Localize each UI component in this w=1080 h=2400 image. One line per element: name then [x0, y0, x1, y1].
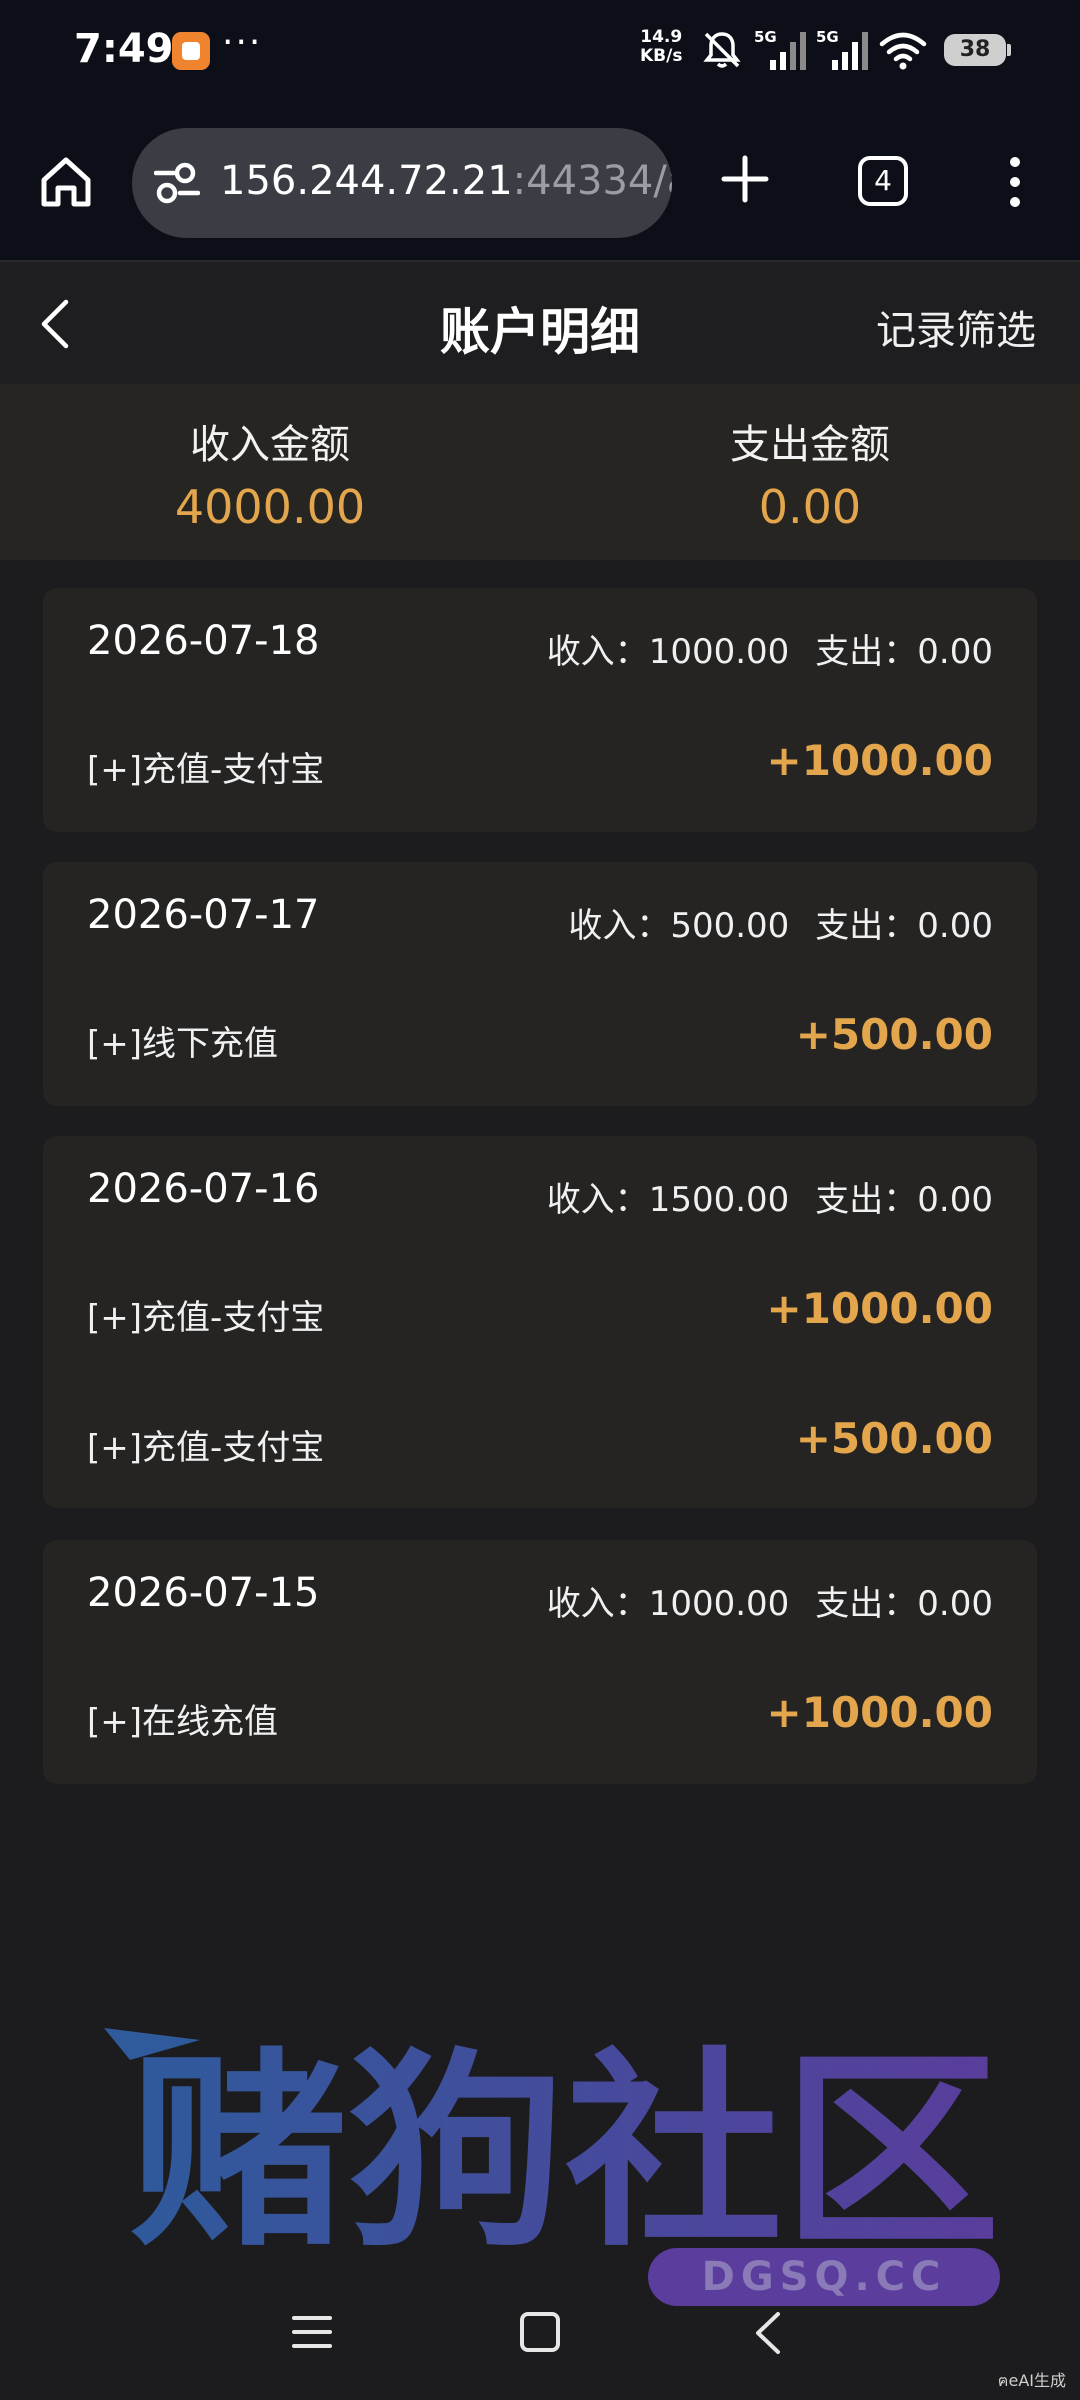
more-vert-icon[interactable]	[1000, 156, 1030, 208]
network-speed-unit: KB/s	[640, 46, 683, 66]
day-totals: 收入：500.00 支出：0.00	[568, 898, 993, 947]
home-icon[interactable]	[38, 154, 94, 210]
entry-amount: +500.00	[795, 1010, 993, 1059]
day-totals: 收入：1000.00 支出：0.00	[547, 624, 993, 673]
day-income-label: 收入：	[568, 906, 671, 946]
day-expense-label: 支出：	[815, 906, 918, 946]
day-income-label: 收入：	[546, 1180, 649, 1220]
day-card: 2026-07-15 收入：1000.00 支出：0.00 [+]在线充值 +10…	[43, 1540, 1037, 1784]
day-card: 2026-07-18 收入：1000.00 支出：0.00 [+]充值-支付宝 +…	[43, 588, 1037, 832]
entry-label: [+]充值-支付宝	[87, 750, 325, 790]
entry-amount: +1000.00	[766, 1284, 994, 1333]
entry-amount: +1000.00	[766, 736, 994, 785]
day-expense: 0.00	[917, 632, 993, 672]
page-header: 账户明细 记录筛选	[0, 260, 1080, 384]
day-date: 2026-07-16	[87, 1166, 320, 1212]
url-path: :44334/a	[512, 158, 672, 204]
status-icons: 5G 5G	[700, 28, 928, 72]
browser-toolbar: 156.244.72.21:44334/a 4	[0, 110, 1080, 260]
expense-total-value: 0.00	[758, 480, 862, 534]
summary-panel: 收入金额 4000.00 支出金额 0.00	[0, 384, 1080, 560]
income-summary: 收入金额 4000.00	[0, 420, 540, 538]
day-totals: 收入：1500.00 支出：0.00	[547, 1172, 993, 1221]
watermark-title: 赌狗社区	[130, 2030, 1000, 2275]
recent-apps-icon[interactable]	[290, 2312, 334, 2352]
status-time: 7:49	[74, 26, 174, 72]
wifi-icon	[879, 32, 927, 70]
signal-label-1: 5G	[754, 28, 777, 46]
day-card: 2026-07-16 收入：1500.00 支出：0.00 [+]充值-支付宝 +…	[43, 1136, 1037, 1508]
day-totals: 收入：1000.00 支出：0.00	[547, 1576, 993, 1625]
entry-label: [+]在线充值	[87, 1702, 279, 1742]
entry-label: [+]充值-支付宝	[87, 1298, 325, 1338]
more-notifications-icon: ···	[222, 22, 263, 63]
nav-back-icon[interactable]	[748, 2310, 788, 2356]
app-notification-icon	[172, 32, 210, 70]
day-expense: 0.00	[917, 1180, 993, 1220]
day-expense-label: 支出：	[815, 632, 918, 672]
url-text: 156.244.72.21:44334/a	[220, 158, 672, 204]
expense-total-label: 支出金额	[730, 422, 890, 468]
url-host: 156.244.72.21	[220, 158, 513, 204]
day-expense: 0.00	[917, 1584, 993, 1624]
entry-label: [+]充值-支付宝	[87, 1428, 325, 1468]
day-income-label: 收入：	[546, 632, 649, 672]
day-expense-label: 支出：	[815, 1180, 918, 1220]
day-expense: 0.00	[917, 906, 993, 946]
network-speed-value: 14.9	[640, 27, 683, 47]
address-bar[interactable]: 156.244.72.21:44334/a	[132, 128, 672, 238]
day-date: 2026-07-17	[87, 892, 320, 938]
day-date: 2026-07-15	[87, 1570, 320, 1616]
day-income: 1500.00	[648, 1180, 790, 1220]
nav-home-icon[interactable]	[520, 2312, 560, 2352]
day-income: 1000.00	[648, 1584, 790, 1624]
signal-icon: 5G	[754, 28, 806, 70]
day-income: 1000.00	[648, 632, 790, 672]
ai-generated-label: ฅeAI生成	[997, 2371, 1066, 2390]
network-speed: 14.9 KB/s	[640, 28, 682, 66]
filter-records-button[interactable]: 记录筛选	[876, 298, 1036, 356]
entry-label: [+]线下充值	[87, 1024, 279, 1064]
income-total-value: 4000.00	[174, 480, 366, 534]
day-income: 500.00	[670, 906, 790, 946]
day-expense-label: 支出：	[815, 1584, 918, 1624]
income-total-label: 收入金额	[190, 422, 350, 468]
day-income-label: 收入：	[546, 1584, 649, 1624]
day-card: 2026-07-17 收入：500.00 支出：0.00 [+]线下充值 +500…	[43, 862, 1037, 1106]
signal-icon: 5G	[816, 28, 868, 70]
entry-amount: +500.00	[795, 1414, 993, 1463]
mute-bell-icon	[703, 32, 741, 68]
tabs-icon[interactable]: 4	[858, 156, 908, 206]
day-date: 2026-07-18	[87, 618, 320, 664]
system-nav-bar: ฅeAI生成	[0, 2270, 1080, 2400]
status-bar: 7:49 ··· 14.9 KB/s 5G 5G 38	[0, 0, 1080, 110]
signal-label-2: 5G	[816, 28, 839, 46]
site-settings-icon[interactable]	[154, 162, 200, 204]
plus-icon[interactable]	[720, 154, 770, 204]
entry-amount: +1000.00	[766, 1688, 994, 1737]
battery-level: 38	[959, 37, 991, 62]
battery-icon: 38	[944, 34, 1011, 66]
expense-summary: 支出金额 0.00	[540, 420, 1080, 538]
